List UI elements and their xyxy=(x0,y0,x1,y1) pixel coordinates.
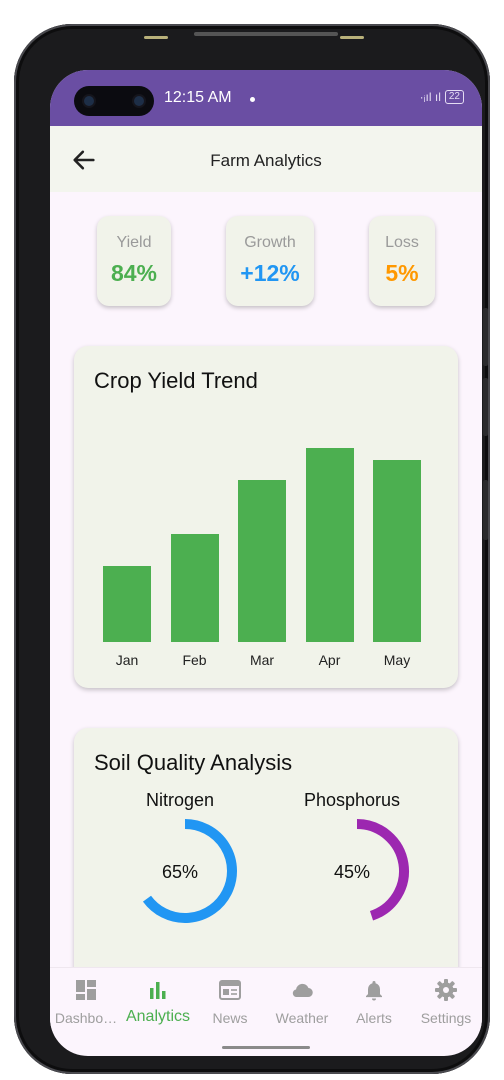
chart-bar-mar xyxy=(238,480,286,642)
camera-lens xyxy=(134,96,144,106)
power-button xyxy=(483,480,488,540)
status-time: 12:15 AM xyxy=(164,89,232,106)
gauge-value-phosphorus: 45% xyxy=(333,862,371,882)
stat-value: +12% xyxy=(240,260,300,286)
bar-chart-icon xyxy=(150,982,166,999)
nav-label: News xyxy=(212,1010,248,1026)
gauge-label-nitrogen: Nitrogen xyxy=(145,790,215,810)
nav-label: Settings xyxy=(420,1010,472,1026)
chart-bar-apr xyxy=(305,448,354,642)
nav-item-settings[interactable]: Settings xyxy=(410,968,482,1038)
bottom-navigation: Dashbo… Analytics News Weather Alerts Se… xyxy=(50,967,482,1038)
nav-item-analytics[interactable]: Analytics xyxy=(122,968,194,1038)
x-tick-label: Apr xyxy=(318,652,341,668)
newspaper-icon xyxy=(219,980,241,1000)
signal-icon: ·ᵢıl ıl xyxy=(419,90,441,104)
stat-card-loss: Loss 5% xyxy=(369,216,435,306)
x-tick-label: Jan xyxy=(115,652,139,668)
stat-label: Loss xyxy=(385,234,419,251)
gear-icon xyxy=(435,979,457,1001)
bell-icon xyxy=(366,981,382,1001)
stat-value: 84% xyxy=(110,260,158,286)
status-bar: 12:15 AM ·ᵢıl ıl 22 xyxy=(50,70,482,126)
home-indicator[interactable] xyxy=(222,1046,310,1049)
antenna-line xyxy=(340,36,364,39)
nav-item-alerts[interactable]: Alerts xyxy=(338,968,410,1038)
x-tick-label: May xyxy=(383,652,411,668)
camera-cutout xyxy=(74,86,154,116)
app-bar: Farm Analytics xyxy=(50,126,482,192)
screen: 12:15 AM ·ᵢıl ıl 22 Farm Analytics Yield… xyxy=(50,70,482,1056)
gauge-label-phosphorus: Phosphorus xyxy=(303,790,401,810)
nav-item-weather[interactable]: Weather xyxy=(266,968,338,1038)
analytics-content[interactable]: Yield 84% Growth +12% Loss 5% Crop Yield… xyxy=(50,192,482,967)
soil-title: Soil Quality Analysis xyxy=(94,750,293,775)
stat-label: Growth xyxy=(244,234,296,251)
volume-button xyxy=(483,308,488,366)
nav-label: Dashbo… xyxy=(54,1010,118,1026)
stat-value: 5% xyxy=(385,260,419,286)
stat-card-yield: Yield 84% xyxy=(97,216,171,306)
chart-bar-may xyxy=(373,460,421,642)
status-icons: ·ᵢıl ıl 22 xyxy=(420,90,464,104)
nav-label: Alerts xyxy=(356,1010,392,1026)
cloud-icon xyxy=(292,983,313,998)
x-tick-label: Mar xyxy=(249,652,275,668)
chart-bar-jan xyxy=(103,566,151,642)
antenna-line xyxy=(144,36,168,39)
crop-yield-card: Crop Yield Trend Jan Feb Mar Apr May xyxy=(74,346,458,688)
page-title: Farm Analytics xyxy=(210,151,322,170)
dashboard-icon xyxy=(76,980,96,1000)
x-tick-label: Feb xyxy=(182,652,207,668)
phone-frame: 12:15 AM ·ᵢıl ıl 22 Farm Analytics Yield… xyxy=(14,24,490,1074)
camera-lens xyxy=(84,96,94,106)
earpiece-slot xyxy=(194,32,338,36)
nav-label: Weather xyxy=(275,1010,329,1026)
nav-item-news[interactable]: News xyxy=(194,968,266,1038)
stat-card-growth: Growth +12% xyxy=(226,216,314,306)
battery-icon: 22 xyxy=(444,90,464,104)
gauge-value-nitrogen: 65% xyxy=(161,862,199,882)
volume-button xyxy=(483,378,488,436)
chart-bar-feb xyxy=(170,534,219,642)
notification-dot xyxy=(250,97,255,102)
nav-item-dashboard[interactable]: Dashbo… xyxy=(50,968,122,1038)
soil-quality-card: Soil Quality Analysis Nitrogen Phosphoru… xyxy=(74,728,458,967)
stat-label: Yield xyxy=(116,234,152,251)
nav-label: Analytics xyxy=(125,1008,191,1025)
chart-title: Crop Yield Trend xyxy=(94,368,258,393)
